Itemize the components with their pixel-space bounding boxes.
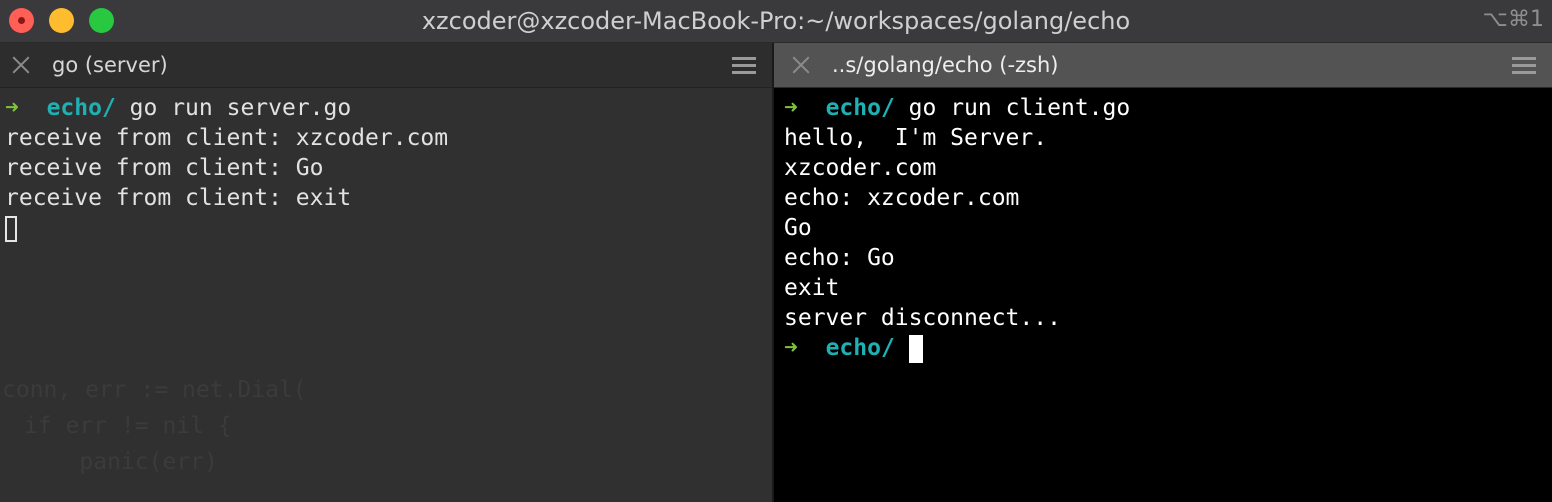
prompt-line: ➜ echo/ go run server.go [5, 93, 772, 123]
prompt-arrow-icon: ➜ [784, 95, 798, 121]
window-shortcut: ⌥⌘1 [1482, 7, 1544, 32]
prompt-arrow-icon: ➜ [5, 95, 19, 121]
prompt-arrow-icon: ➜ [784, 335, 798, 361]
text-cursor [5, 215, 17, 242]
left-terminal-output[interactable]: ➜ echo/ go run server.go receive from cl… [0, 93, 772, 502]
output-line: echo: Go [784, 245, 895, 271]
prompt-command: go run client.go [908, 95, 1131, 121]
left-terminal-pane[interactable]: go (server) conn, err := net.Dial( if er… [0, 43, 772, 502]
output-line: receive from client: exit [5, 185, 352, 211]
prompt-line: ➜ echo/ go run client.go [784, 93, 1552, 123]
output-line: hello, I'm Server. [784, 125, 1048, 151]
output-line: server disconnect... [784, 305, 1061, 331]
prompt-directory: echo/ [46, 95, 116, 121]
right-tab[interactable]: ..s/golang/echo (-zsh) [774, 43, 1552, 88]
hamburger-menu-icon[interactable] [732, 57, 756, 74]
output-line: exit [784, 275, 840, 301]
prompt-directory: echo/ [825, 95, 895, 121]
window-title: xzcoder@xzcoder-MacBook-Pro:~/workspaces… [421, 7, 1131, 35]
left-tab-title: go (server) [52, 53, 168, 77]
left-tab[interactable]: go (server) [0, 43, 772, 88]
cursor-line [5, 213, 772, 243]
hamburger-menu-icon[interactable] [1512, 57, 1536, 74]
prompt-directory: echo/ [825, 335, 895, 361]
title-bar: xzcoder@xzcoder-MacBook-Pro:~/workspaces… [0, 0, 1552, 43]
output-line: receive from client: xzcoder.com [5, 125, 449, 151]
output-line: xzcoder.com [784, 155, 937, 181]
close-icon[interactable] [790, 54, 812, 76]
text-cursor [908, 334, 923, 363]
terminal-window: xzcoder@xzcoder-MacBook-Pro:~/workspaces… [0, 0, 1552, 502]
prompt-command: go run server.go [129, 95, 352, 121]
right-terminal-pane[interactable]: ..s/golang/echo (-zsh) ➜ echo/ go run cl… [774, 43, 1552, 502]
output-line: Go [784, 215, 812, 241]
prompt-line: ➜ echo/ [784, 333, 1552, 363]
right-tab-title: ..s/golang/echo (-zsh) [832, 53, 1059, 77]
output-line: receive from client: Go [5, 155, 324, 181]
close-icon[interactable] [10, 54, 32, 76]
output-line: echo: xzcoder.com [784, 185, 1020, 211]
right-terminal-output[interactable]: ➜ echo/ go run client.go hello, I'm Serv… [774, 93, 1552, 502]
